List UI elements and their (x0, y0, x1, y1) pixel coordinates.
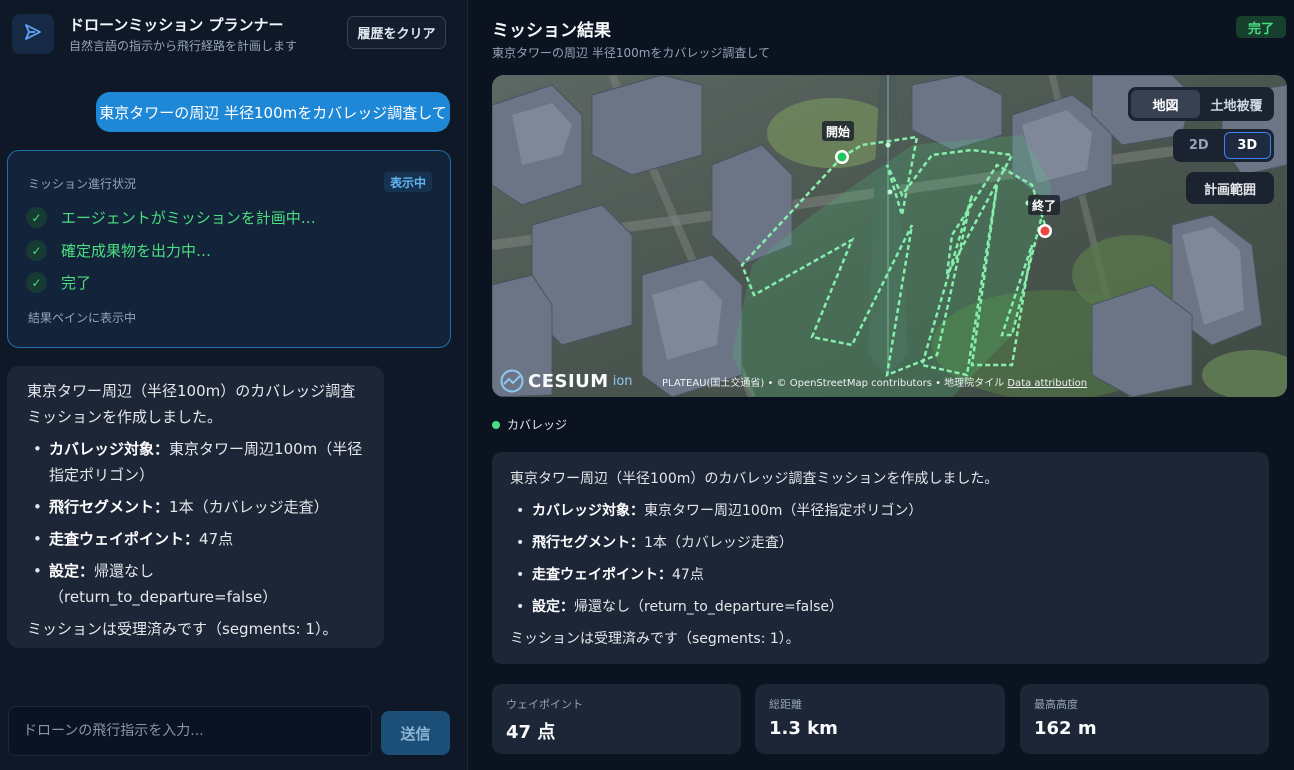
cesium-icon (500, 369, 524, 393)
list-item: 走査ウェイポイント：47点 (27, 526, 366, 552)
item-value: 帰還なし（return_to_departure=false） (574, 599, 844, 615)
item-key: 設定 (532, 599, 560, 615)
stat-label: 最高高度 (1034, 698, 1078, 711)
layer-toggle: 地図 土地被覆 (1128, 87, 1274, 121)
stat-label: ウェイポイント (506, 698, 583, 711)
progress-title: ミッション進行状況 (28, 177, 137, 191)
assistant-message: 東京タワー周辺（半径100m）のカバレッジ調査ミッションを作成しました。 カバレ… (7, 366, 384, 648)
attribution-text: PLATEAU(国土交通省) • © OpenStreetMap contrib… (662, 378, 1005, 389)
cesium-ion-text: ion (612, 373, 633, 389)
start-label: 開始 (822, 121, 855, 141)
summary-intro: 東京タワー周辺（半径100m）のカバレッジ調査ミッションを作成しました。 (510, 471, 999, 487)
map-legend: カバレッジ (492, 416, 567, 433)
assistant-outro: ミッションは受理済みです（segments: 1）。 (27, 620, 338, 638)
result-title: ミッション結果 (492, 21, 611, 41)
map-attribution: PLATEAU(国土交通省) • © OpenStreetMap contrib… (662, 374, 1087, 389)
item-value: 東京タワー周辺100m（半径指定ポリゴン） (644, 503, 923, 519)
cesium-logo-text: CESIUM (528, 370, 609, 392)
stat-card-waypoints: ウェイポイント 47 点 (492, 684, 741, 754)
view-2d-button[interactable]: 2D (1176, 132, 1222, 159)
view-3d-button[interactable]: 3D (1223, 132, 1271, 159)
mission-progress-card: ミッション進行状況 表示中 ✓ エージェントがミッションを計画中… ✓ 確定成果… (7, 150, 451, 348)
list-item: 設定：帰還なし（return_to_departure=false） (27, 558, 366, 610)
progress-footer: 結果ペインに表示中 (28, 311, 137, 325)
data-attribution-link[interactable]: Data attribution (1007, 378, 1087, 389)
drone-instruction-input[interactable] (8, 706, 372, 756)
stat-card-max-altitude: 最高高度 162 m (1020, 684, 1269, 754)
assistant-list: カバレッジ対象：東京タワー周辺100m（半径指定ポリゴン） 飛行セグメント：1本… (27, 436, 366, 610)
list-item: カバレッジ対象：東京タワー周辺100m（半径指定ポリゴン） (27, 436, 366, 488)
list-item: カバレッジ対象：東京タワー周辺100m（半径指定ポリゴン） (510, 495, 1251, 527)
list-item: 飛行セグメント：1本（カバレッジ走査） (510, 527, 1251, 559)
progress-step: ✓ エージェントがミッションを計画中… (26, 207, 316, 228)
result-subtitle: 東京タワーの周辺 半径100mをカバレッジ調査して (492, 46, 771, 60)
send-arrow-icon (23, 22, 43, 46)
stat-label: 総距離 (769, 698, 802, 711)
user-message: 東京タワーの周辺 半径100mをカバレッジ調査して (96, 92, 450, 132)
chat-pane: ドローンミッション プランナー 自然言語の指示から飛行経路を計画します 履歴をク… (0, 0, 468, 770)
progress-step-label: 完了 (61, 274, 92, 292)
stat-value: 162 m (1034, 718, 1097, 739)
stat-card-distance: 総距離 1.3 km (755, 684, 1005, 754)
progress-step-label: 確定成果物を出力中… (61, 242, 212, 260)
app-title: ドローンミッション プランナー (69, 16, 284, 34)
layer-button-landcover[interactable]: 土地被覆 (1202, 90, 1271, 118)
send-button[interactable]: 送信 (381, 711, 450, 755)
check-icon: ✓ (26, 207, 47, 228)
map-view[interactable]: 地図 土地被覆 2D 3D 計画範囲 開始 終了 CESIUM ion PLAT… (492, 75, 1287, 397)
item-key: 設定 (49, 562, 80, 580)
item-key: 飛行セグメント (49, 498, 155, 516)
list-item: 設定：帰還なし（return_to_departure=false） (510, 591, 1251, 623)
check-icon: ✓ (26, 272, 47, 293)
check-icon: ✓ (26, 240, 47, 261)
result-pane: ミッション結果 東京タワーの周辺 半径100mをカバレッジ調査して 完了 地図 … (469, 0, 1294, 770)
summary-outro: ミッションは受理済みです（segments: 1）。 (510, 631, 800, 647)
item-value: 47点 (199, 530, 234, 548)
status-badge: 完了 (1236, 16, 1286, 38)
summary-list: カバレッジ対象：東京タワー周辺100m（半径指定ポリゴン） 飛行セグメント：1本… (510, 495, 1251, 623)
progress-step: ✓ 確定成果物を出力中… (26, 240, 211, 261)
plan-extent-button[interactable]: 計画範囲 (1186, 172, 1274, 204)
item-key: 飛行セグメント (532, 535, 630, 551)
app-subtitle: 自然言語の指示から飛行経路を計画します (69, 39, 298, 53)
cesium-logo[interactable]: CESIUM ion (500, 369, 637, 393)
item-key: 走査ウェイポイント (49, 530, 185, 548)
item-value: 1本（カバレッジ走査） (169, 498, 329, 516)
legend-dot (492, 420, 500, 429)
map-canvas[interactable] (492, 75, 1287, 397)
app-logo (12, 14, 54, 54)
list-item: 飛行セグメント：1本（カバレッジ走査） (27, 494, 366, 520)
progress-step-label: エージェントがミッションを計画中… (61, 209, 316, 227)
status-badge: 表示中 (383, 172, 432, 192)
stat-value: 47 点 (506, 722, 556, 743)
layer-button-map[interactable]: 地図 (1131, 90, 1200, 118)
assistant-intro: 東京タワー周辺（半径100m）のカバレッジ調査ミッションを作成しました。 (27, 382, 356, 426)
item-key: 走査ウェイポイント (532, 567, 658, 583)
list-item: 走査ウェイポイント：47点 (510, 559, 1251, 591)
dimension-toggle: 2D 3D (1173, 129, 1274, 162)
stat-value: 1.3 km (769, 718, 838, 739)
end-label: 終了 (1028, 195, 1061, 215)
item-key: カバレッジ対象 (49, 440, 155, 458)
mission-summary-card: 東京タワー周辺（半径100m）のカバレッジ調査ミッションを作成しました。 カバレ… (492, 452, 1269, 664)
item-value: 47点 (672, 567, 704, 583)
clear-history-button[interactable]: 履歴をクリア (347, 16, 446, 49)
item-value: 1本（カバレッジ走査） (644, 535, 793, 551)
legend-label: カバレッジ (507, 418, 568, 432)
item-key: カバレッジ対象 (532, 503, 630, 519)
progress-step: ✓ 完了 (26, 272, 91, 293)
